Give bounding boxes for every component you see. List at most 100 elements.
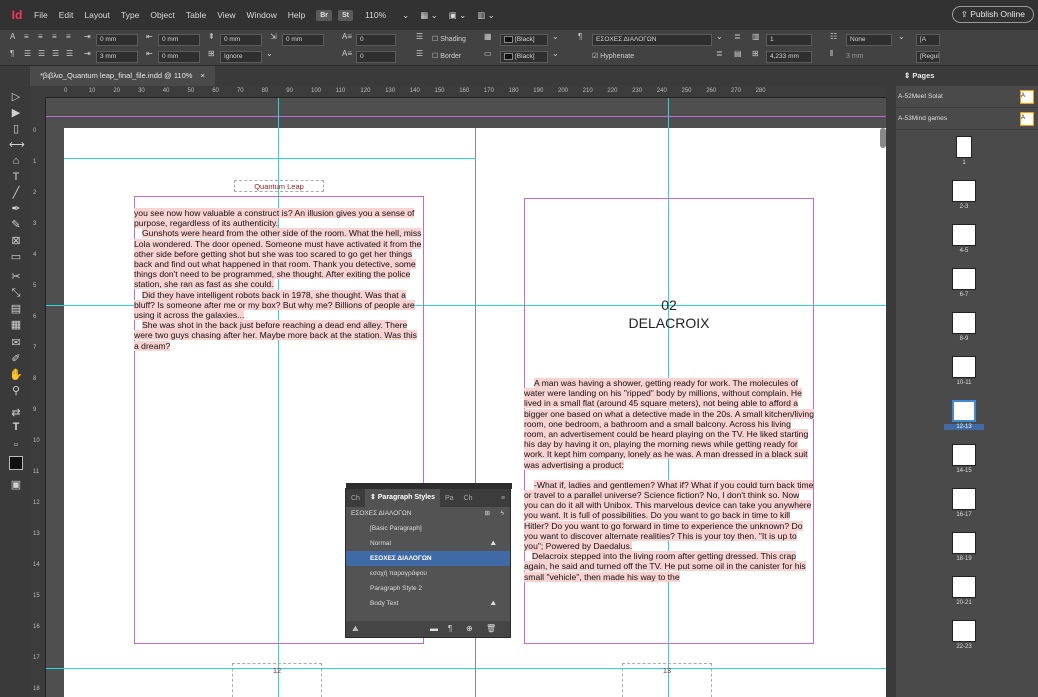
- formatting-text-icon[interactable]: T: [9, 420, 23, 434]
- border-color-dropdown-icon[interactable]: ⌄: [552, 49, 562, 58]
- drop-cap-lines-field[interactable]: 0: [356, 34, 396, 46]
- page-tool-icon[interactable]: ▯: [9, 122, 23, 136]
- new-group-icon[interactable]: ▬: [430, 624, 438, 633]
- swap-colors-icon[interactable]: ⇄: [9, 406, 23, 420]
- zoom-dropdown-icon[interactable]: ⌄: [402, 10, 409, 21]
- hand-tool-icon[interactable]: ✋: [9, 368, 23, 382]
- style-item[interactable]: Body Text ⛰: [346, 596, 510, 611]
- border-checkbox[interactable]: ☐ Border: [432, 51, 461, 63]
- span-columns-icon[interactable]: ▤: [734, 49, 744, 58]
- delete-style-icon[interactable]: 🗑: [486, 624, 496, 633]
- arrange-documents-icon[interactable]: ▥ ⌄: [477, 10, 495, 21]
- tab-character[interactable]: Ch: [459, 495, 478, 502]
- space-before-field[interactable]: 0 mm: [220, 34, 262, 46]
- clear-overrides-icon[interactable]: ¶: [448, 624, 452, 633]
- lightning-icon[interactable]: ϟ: [501, 507, 504, 521]
- eyedropper-tool-icon[interactable]: ✐: [9, 352, 23, 366]
- shading-color-dropdown-icon[interactable]: ⌄: [552, 32, 562, 41]
- bridge-button[interactable]: Br: [316, 9, 333, 21]
- gradient-feather-tool-icon[interactable]: ▦: [9, 318, 23, 332]
- gap-tool-icon[interactable]: ⟷: [9, 138, 25, 152]
- page-thumbnail[interactable]: [952, 532, 976, 554]
- page-thumbnail[interactable]: [952, 576, 976, 598]
- view-options-icon[interactable]: ▦ ⌄: [420, 10, 438, 21]
- left-page-number[interactable]: 12: [232, 663, 322, 697]
- chapter-number[interactable]: 02: [524, 298, 814, 313]
- page-thumbnail[interactable]: [952, 356, 976, 378]
- direct-selection-tool-icon[interactable]: ▶: [9, 106, 23, 120]
- page-thumbnail[interactable]: [952, 620, 976, 642]
- guide-horizontal[interactable]: [64, 158, 476, 159]
- columns-field[interactable]: 1: [766, 34, 812, 46]
- page-thumbnail[interactable]: [952, 180, 976, 202]
- scissors-tool-icon[interactable]: ✂: [9, 270, 23, 284]
- paragraph-mode-icon[interactable]: ¶: [10, 49, 20, 58]
- formatting-container-icon[interactable]: ▫: [9, 438, 23, 452]
- border-swatch-icon[interactable]: ▭: [484, 49, 494, 58]
- page-thumbnail[interactable]: [952, 488, 976, 510]
- master-page-item[interactable]: A-52Meet Solat A: [896, 86, 1038, 108]
- menu-view[interactable]: View: [217, 10, 235, 20]
- gutter-field[interactable]: 3 mm: [846, 51, 864, 63]
- chapter-title[interactable]: DELACROIX: [524, 316, 814, 331]
- character-mode-icon[interactable]: A: [10, 32, 20, 41]
- page-thumbnail[interactable]: [952, 268, 976, 290]
- justify-all-icon[interactable]: ☰: [66, 49, 76, 58]
- type-tool-icon[interactable]: T: [9, 170, 23, 184]
- align-to-grid-select[interactable]: Ignore: [220, 51, 262, 63]
- justify-left-icon[interactable]: ☰: [24, 49, 34, 58]
- document-tab[interactable]: *βιβλιο_Quantum leap_final_file.indd @ 1…: [30, 66, 215, 86]
- rectangle-tool-icon[interactable]: ▭: [9, 250, 23, 264]
- pen-tool-icon[interactable]: ✒: [9, 202, 23, 216]
- right-page-number[interactable]: 13: [622, 663, 712, 697]
- shading-swatch-icon[interactable]: ▦: [484, 32, 494, 41]
- align-right-icon[interactable]: ≡: [52, 32, 62, 41]
- last-line-indent-field[interactable]: 0 mm: [158, 51, 200, 63]
- page-thumbnail-selected[interactable]: [952, 400, 976, 422]
- first-line-indent-field[interactable]: 0 mm: [282, 34, 324, 46]
- style-item[interactable]: εσοχή παραγράφου: [346, 566, 510, 581]
- new-style-icon[interactable]: ⊕: [466, 624, 473, 633]
- master-thumb[interactable]: A: [1020, 90, 1034, 104]
- zoom-tool-icon[interactable]: ⚲: [9, 384, 23, 398]
- align-to-dropdown-icon[interactable]: ⌄: [266, 49, 276, 58]
- right-text-frame[interactable]: A man was having a shower, getting ready…: [524, 378, 814, 640]
- vertical-ruler[interactable]: 0 1 2 3 4 5 6 7 8 9 10 11 12 13 14 15 16 17 18: [30, 98, 46, 697]
- menu-type[interactable]: Type: [121, 10, 139, 20]
- none-dropdown-icon[interactable]: ⌄: [898, 32, 908, 41]
- style-item[interactable]: [Basic Paragraph]: [346, 521, 510, 536]
- panel-menu-icon[interactable]: ≡: [496, 495, 510, 502]
- zoom-level[interactable]: 110%: [365, 10, 386, 20]
- menu-edit[interactable]: Edit: [59, 10, 74, 20]
- shading-checkbox[interactable]: ☐ Shading: [432, 34, 466, 46]
- publish-online-button[interactable]: ⇪ Publish Online: [951, 6, 1034, 23]
- screen-mode-icon[interactable]: ▣ ⌄: [449, 10, 467, 21]
- free-transform-tool-icon[interactable]: ⤡: [9, 286, 23, 300]
- style-item[interactable]: Paragraph Style 2: [346, 581, 510, 596]
- column-width-field[interactable]: 4,233 mm: [766, 51, 812, 63]
- fill-stroke-swatch[interactable]: [9, 456, 23, 470]
- master-thumb[interactable]: A: [1020, 112, 1034, 126]
- shading-color-field[interactable]: [Black]: [500, 34, 548, 46]
- page-thumbnail[interactable]: [952, 312, 976, 334]
- left-indent-field[interactable]: 0 mm: [96, 34, 138, 46]
- selection-tool-icon[interactable]: ▷: [9, 90, 23, 104]
- library-icon[interactable]: ⛰: [352, 624, 359, 634]
- align-left-icon[interactable]: ≡: [24, 32, 34, 41]
- page-thumbnail[interactable]: [952, 224, 976, 246]
- font-style-field[interactable]: [Regul: [916, 51, 940, 63]
- horizontal-ruler[interactable]: 0 10 20 30 40 50 60 70 80 90 100 110 120 130 140 150 160…: [46, 86, 886, 98]
- justify-right-icon[interactable]: ☰: [52, 49, 62, 58]
- panel-grip[interactable]: [346, 483, 512, 489]
- pencil-tool-icon[interactable]: ✎: [9, 218, 23, 232]
- guide-horizontal[interactable]: [46, 668, 886, 669]
- tab-paragraph[interactable]: Pa: [440, 495, 459, 502]
- space-after-field[interactable]: 3 mm: [96, 51, 138, 63]
- rectangle-frame-tool-icon[interactable]: ⊠: [9, 234, 23, 248]
- line-tool-icon[interactable]: ╱: [9, 186, 23, 200]
- justify-center-icon[interactable]: ☰: [38, 49, 48, 58]
- align-center-icon[interactable]: ≡: [38, 32, 48, 41]
- pages-panel-header[interactable]: ⇕ Pages: [896, 66, 1038, 86]
- para-style-dropdown-icon[interactable]: ⌄: [716, 32, 726, 41]
- menu-layout[interactable]: Layout: [84, 10, 110, 20]
